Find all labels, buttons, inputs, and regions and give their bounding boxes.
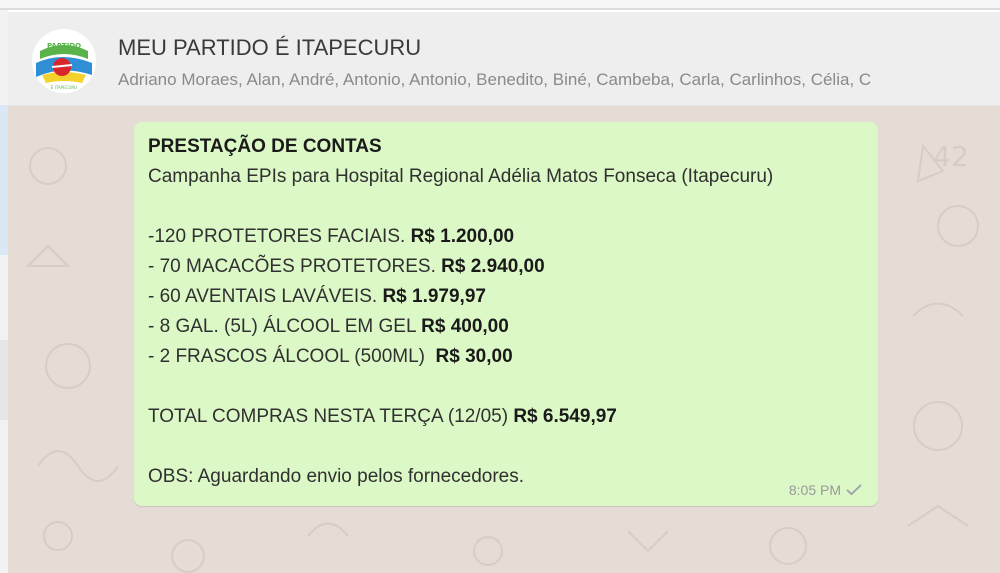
chat-header[interactable]: PARTIDO É ITAPECURU MEU PARTIDO É ITAPEC… (8, 12, 1000, 106)
total-value: R$ 6.549,97 (513, 406, 617, 427)
avatar-logo-subtext: É ITAPECURU (51, 85, 77, 90)
expense-desc: -120 PROTETORES FACIAIS. (148, 226, 411, 247)
group-members-list[interactable]: Adriano Moraes, Alan, André, Antonio, An… (118, 70, 1000, 90)
chat-list-edge (0, 10, 8, 573)
expense-value: R$ 30,00 (435, 346, 513, 367)
expense-value: R$ 1.979,97 (382, 286, 486, 307)
group-title[interactable]: MEU PARTIDO É ITAPECURU (118, 35, 421, 61)
expense-desc: - 70 MACACÕES PROTETORES. (148, 256, 442, 277)
expense-desc: - 2 FRASCOS ÁLCOOL (500ML) (148, 346, 436, 367)
group-avatar[interactable]: PARTIDO É ITAPECURU (32, 29, 96, 93)
single-check-icon (846, 484, 862, 496)
chat-list-selected-edge (0, 105, 8, 255)
expense-desc: - 8 GAL. (5L) ÁLCOOL EM GEL (148, 316, 422, 337)
expense-line: - 60 AVENTAIS LAVÁVEIS. R$ 1.979,97 (148, 286, 486, 308)
avatar-logo-text: PARTIDO (47, 42, 81, 50)
total-line: TOTAL COMPRAS NESTA TERÇA (12/05) R$ 6.5… (148, 406, 617, 428)
total-label: TOTAL COMPRAS NESTA TERÇA (12/05) (148, 406, 514, 427)
window-top-strip (0, 0, 1000, 8)
observation-text: OBS: Aguardando envio pelos fornecedores… (148, 466, 525, 487)
expense-value: R$ 1.200,00 (410, 226, 515, 247)
expense-desc: - 60 AVENTAIS LAVÁVEIS. (148, 286, 383, 307)
chat-panel: 42 PRESTAÇÃO DE CONTAS Campanha EPIs par… (8, 106, 1000, 573)
expense-line: - 70 MACACÕES PROTETORES. R$ 2.940,00 (148, 256, 545, 278)
message-title: PRESTAÇÃO DE CONTAS (148, 136, 382, 157)
expense-line: - 8 GAL. (5L) ÁLCOOL EM GEL R$ 400,00 (148, 316, 509, 338)
expense-value: R$ 400,00 (421, 316, 509, 337)
wallpaper-number: 42 (933, 140, 969, 173)
group-logo-icon: PARTIDO É ITAPECURU (32, 29, 96, 93)
message-time: 8:05 PM (788, 482, 841, 498)
expense-line: - 2 FRASCOS ÁLCOOL (500ML) R$ 30,00 (148, 346, 513, 368)
chat-list-item-edge (0, 340, 8, 420)
message-meta: 8:05 PM (789, 482, 862, 498)
message-bubble[interactable]: PRESTAÇÃO DE CONTAS Campanha EPIs para H… (134, 122, 878, 506)
expense-line: -120 PROTETORES FACIAIS. R$ 1.200,00 (148, 226, 514, 248)
window-divider (0, 8, 1000, 10)
message-subtitle: Campanha EPIs para Hospital Regional Adé… (148, 166, 774, 187)
expense-value: R$ 2.940,00 (441, 256, 545, 277)
